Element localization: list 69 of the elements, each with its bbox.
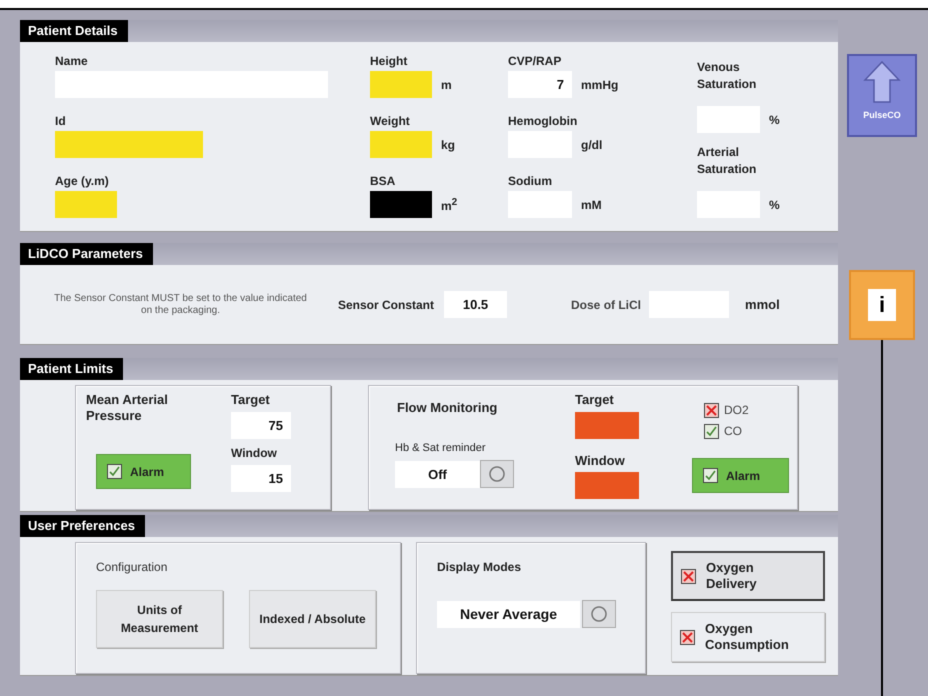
input-field[interactable] [575, 472, 639, 499]
group-label: Mean Arterial Pressure [86, 392, 169, 424]
unit-label: g/dl [581, 138, 602, 152]
checkbox[interactable] [680, 630, 695, 644]
field-label: Target [231, 392, 271, 408]
field-label: Arterial Saturation [697, 144, 758, 178]
input-field[interactable] [55, 191, 117, 218]
spin-button[interactable] [480, 460, 514, 488]
toggle-button[interactable]: Oxygen Consumption [671, 612, 825, 662]
checkbox-label: CO [724, 423, 742, 439]
section-header: Patient Limits [20, 358, 124, 380]
checkbox[interactable] [681, 568, 696, 584]
field-label: BSA [370, 173, 396, 189]
section-header: Patient Details [20, 20, 128, 42]
info-button[interactable]: i [849, 270, 915, 340]
unit-label: mmHg [581, 78, 618, 92]
group-label: Display Modes [437, 559, 522, 575]
unit-label: % [769, 112, 780, 126]
input-field[interactable]: 75 [231, 412, 291, 439]
section-header: LiDCO Parameters [20, 243, 153, 265]
input-field[interactable]: 15 [231, 465, 291, 492]
field-label: Hb & Sat reminder [395, 441, 486, 456]
field-label: Dose of LiCl [571, 296, 642, 312]
toggle-button[interactable]: Oxygen Delivery [671, 551, 825, 601]
input-field[interactable] [575, 412, 639, 439]
field-label: Weight [370, 113, 411, 129]
input-field[interactable] [55, 131, 203, 158]
field-label: Name [55, 53, 89, 69]
field-label: Window [575, 453, 626, 469]
dropdown-field[interactable]: Never Average [437, 600, 580, 628]
input-field[interactable] [370, 71, 432, 98]
input-field[interactable] [370, 131, 432, 158]
field-label: Venous Saturation [697, 59, 758, 93]
field-label: Sensor Constant [338, 296, 434, 312]
checkbox[interactable] [107, 464, 122, 479]
field-label: CVP/RAP [508, 53, 562, 69]
group-label: Configuration [96, 559, 168, 575]
checkbox[interactable] [703, 468, 718, 483]
group-label: Flow Monitoring [397, 400, 498, 416]
field-label: Window [231, 445, 278, 461]
circle-icon [488, 465, 506, 483]
dropdown-field[interactable]: Off [395, 460, 480, 488]
field-label: Age (y.m) [55, 173, 110, 189]
config-button[interactable]: Indexed / Absolute [249, 590, 376, 648]
field-label: Height [370, 53, 408, 69]
circle-icon [590, 605, 608, 623]
field-label: Target [575, 392, 615, 408]
note-text: The Sensor Constant MUST be set to the value indicated on the packaging. [53, 292, 308, 316]
field-label: Id [55, 113, 67, 129]
unit-label: m$^{2}$ [441, 196, 458, 212]
unit-label: m [441, 78, 452, 92]
input-field[interactable]: 10.5 [444, 291, 508, 318]
unit-label: mM [581, 198, 602, 212]
up-arrow-icon [861, 60, 903, 104]
checkbox[interactable] [704, 402, 719, 418]
field-label: Sodium [508, 173, 553, 189]
config-button[interactable]: Units of Measurement [96, 590, 223, 648]
alarm-toggle[interactable]: Alarm [96, 454, 191, 489]
unit-label: mmol [745, 297, 780, 312]
spin-button[interactable] [582, 600, 616, 628]
checkbox-label: DO2 [724, 402, 749, 418]
unit-label: % [769, 198, 780, 212]
input-field[interactable] [370, 191, 432, 218]
unit-label: kg [441, 138, 456, 152]
field-label: Hemoglobin [508, 113, 578, 129]
input-field[interactable]: 7 [508, 71, 572, 98]
section-header: User Preferences [20, 515, 145, 537]
checkbox[interactable] [704, 424, 719, 438]
alarm-toggle[interactable]: Alarm [692, 458, 789, 493]
